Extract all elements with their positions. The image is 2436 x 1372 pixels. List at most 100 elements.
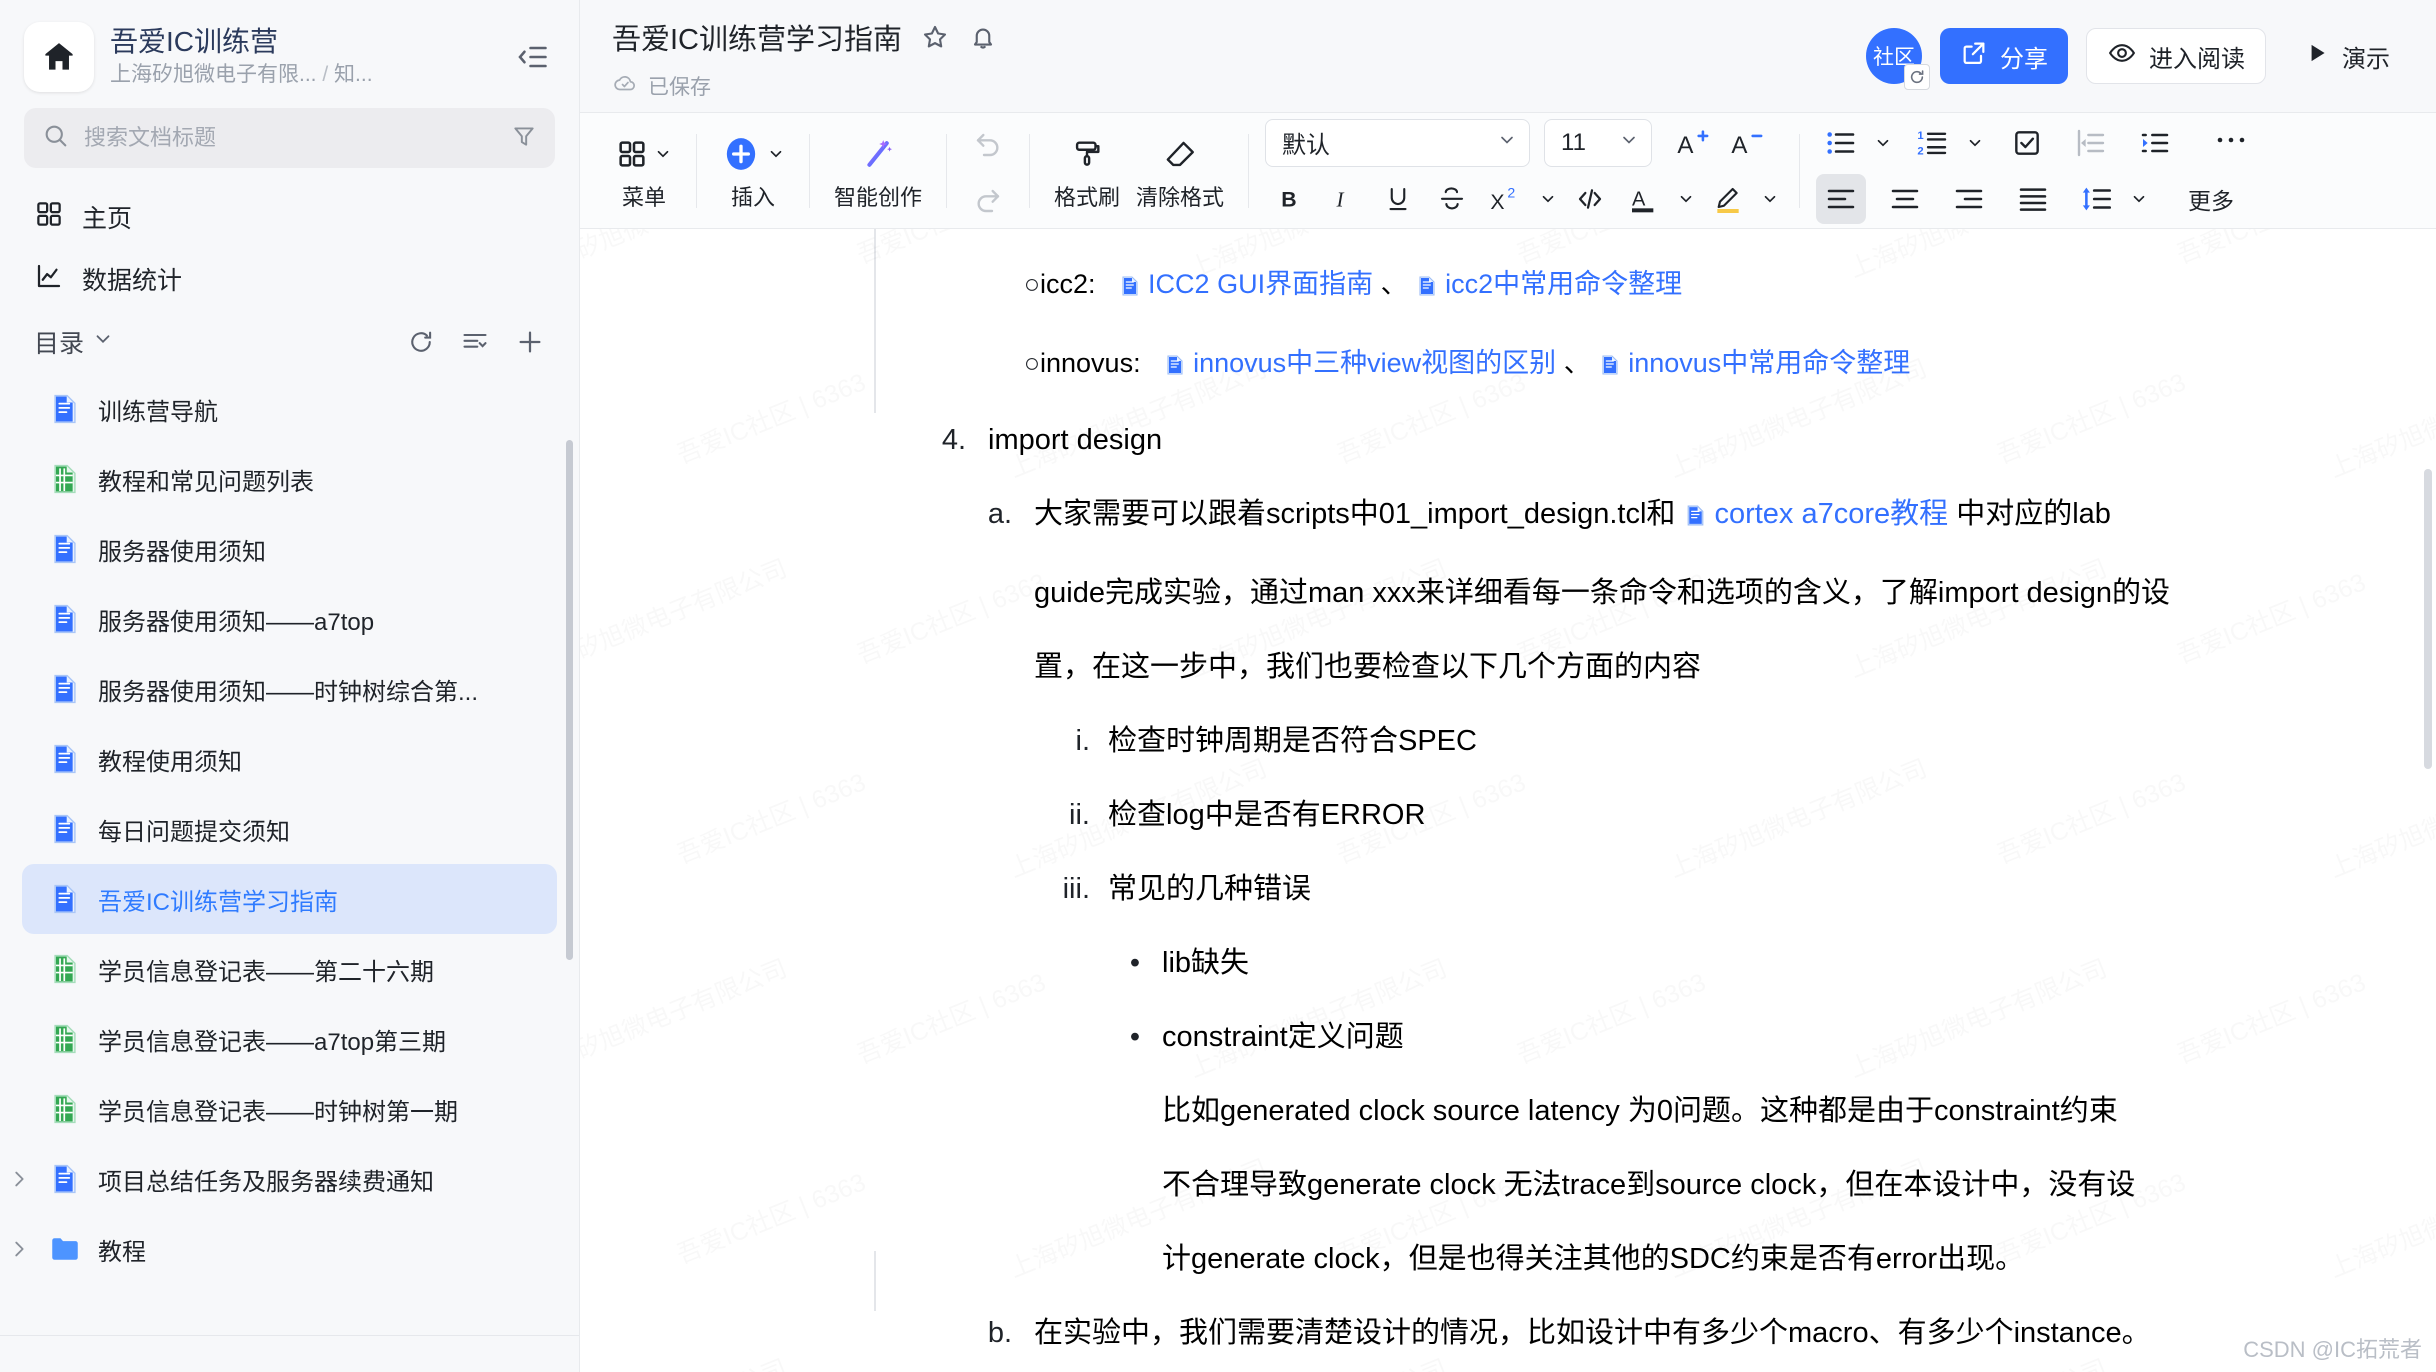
chevron-down-icon[interactable] xyxy=(1535,174,1561,224)
chevron-right-icon[interactable] xyxy=(6,1168,32,1190)
document-canvas[interactable]: 上海矽旭微电子有限公司吾爱IC社区 | 6363上海矽旭微电子有限公司吾爱IC社… xyxy=(580,229,2436,1372)
doc-line-roman-3[interactable]: iii. 常见的几种错误 xyxy=(920,852,2286,926)
document-tree-item[interactable]: 服务器使用须知 xyxy=(22,514,557,584)
document-tree-item[interactable]: 训练营导航 xyxy=(22,374,557,444)
superscript-icon[interactable]: X2 xyxy=(1481,174,1531,224)
document-tree-item[interactable]: 学员信息登记表——第二十六期 xyxy=(22,934,557,1004)
present-button[interactable]: 演示 xyxy=(2284,28,2410,84)
font-decrease-icon[interactable]: A xyxy=(1722,118,1772,168)
more-button[interactable]: 更多 xyxy=(2180,182,2242,216)
font-increase-icon[interactable]: A xyxy=(1668,118,1718,168)
strikethrough-icon[interactable] xyxy=(1427,174,1477,224)
doc-line-b[interactable]: b. 在实验中，我们需要清楚设计的情况，比如设计中有多少个macro、有多少个i… xyxy=(920,1296,2286,1370)
indent-icon[interactable] xyxy=(2130,118,2180,168)
chevron-right-icon[interactable] xyxy=(6,1238,32,1260)
document-tree-item[interactable]: 项目总结任务及服务器续费通知 xyxy=(22,1144,557,1214)
bold-icon[interactable]: B xyxy=(1265,174,1315,224)
doc-line-roman-1[interactable]: i. 检查时钟周期是否符合SPEC xyxy=(920,704,2286,778)
align-left-icon[interactable] xyxy=(1816,174,1866,224)
search-box[interactable] xyxy=(24,108,555,168)
doc-line-a[interactable]: a. 大家需要可以跟着scripts中01_import_design.tcl和… xyxy=(920,477,2286,556)
star-icon[interactable] xyxy=(920,22,950,52)
text-color-icon[interactable]: A xyxy=(1619,174,1669,224)
menu-button[interactable]: 菜单 xyxy=(608,124,680,218)
doc-link[interactable]: icc2中常用命令整理 xyxy=(1415,269,1682,299)
doc-link[interactable]: innovus中常用命令整理 xyxy=(1598,348,1910,378)
insert-button[interactable]: 插入 xyxy=(713,124,793,218)
document-tree-item[interactable]: 吾爱IC训练营学习指南 xyxy=(22,864,557,934)
undo-icon[interactable] xyxy=(963,118,1013,168)
page-title[interactable]: 吾爱IC训练营学习指南 xyxy=(612,16,902,58)
document-tree-item[interactable]: 服务器使用须知——时钟树综合第... xyxy=(22,654,557,724)
document-tree-item[interactable]: 服务器使用须知——a7top xyxy=(22,584,557,654)
topbar: 吾爱IC训练营学习指南 已保存 社区 xyxy=(580,0,2436,113)
doc-link[interactable]: ICC2 GUI界面指南 xyxy=(1118,269,1373,299)
numbered-list-icon[interactable]: 12 xyxy=(1908,118,1958,168)
underline-icon[interactable] xyxy=(1373,174,1423,224)
bullet-list-icon[interactable] xyxy=(1816,118,1866,168)
search-input[interactable] xyxy=(84,125,497,151)
document-tree-item[interactable]: 学员信息登记表——时钟树第一期 xyxy=(22,1074,557,1144)
align-center-icon[interactable] xyxy=(1880,174,1930,224)
document-tree-item[interactable]: 每日问题提交须知 xyxy=(22,794,557,864)
catalog-title-group[interactable]: 目录 xyxy=(34,324,114,360)
home-icon[interactable] xyxy=(24,22,94,92)
doc-para-line-3[interactable]: 计generate clock，但是也得关注其他的SDC约束是否有error出现… xyxy=(920,1222,2286,1296)
document-tree-item[interactable]: 学员信息登记表——a7top第三期 xyxy=(22,1004,557,1074)
bell-icon[interactable] xyxy=(968,22,998,52)
doc-line-roman-2[interactable]: ii. 检查log中是否有ERROR xyxy=(920,778,2286,852)
sidebar-item-home[interactable]: 主页 xyxy=(24,186,555,248)
filter-icon[interactable] xyxy=(511,123,537,154)
read-mode-button[interactable]: 进入阅读 xyxy=(2086,28,2266,84)
outdent-icon[interactable] xyxy=(2066,118,2116,168)
highlight-icon[interactable] xyxy=(1703,174,1753,224)
code-icon[interactable] xyxy=(1565,174,1615,224)
chevron-down-icon[interactable] xyxy=(1673,174,1699,224)
line-spacing-icon[interactable] xyxy=(2072,174,2122,224)
document-scrollbar[interactable] xyxy=(2424,469,2432,769)
doc-line-a3[interactable]: 置，在这一步中，我们也要检查以下几个方面的内容 xyxy=(920,630,2286,704)
doc-line-a2[interactable]: guide完成实验，通过man xxx来详细看每一条命令和选项的含义，了解imp… xyxy=(920,556,2286,630)
collapse-all-icon[interactable] xyxy=(461,328,489,356)
italic-icon[interactable]: I xyxy=(1319,174,1369,224)
doc-para-line-1[interactable]: 比如generated clock source latency 为0问题。这种… xyxy=(920,1074,2286,1148)
sidebar-scrollbar[interactable] xyxy=(566,440,573,960)
collapse-sidebar-icon[interactable] xyxy=(509,34,555,80)
plus-icon[interactable] xyxy=(515,327,545,357)
font-size-select[interactable]: 11 xyxy=(1544,119,1652,167)
share-button[interactable]: 分享 xyxy=(1940,28,2068,84)
doc-line-item4[interactable]: 4. import design xyxy=(920,403,2286,477)
font-family-value: 默认 xyxy=(1282,125,1330,160)
sidebar-item-statistics[interactable]: 数据统计 xyxy=(24,248,555,310)
format-painter-button[interactable]: 格式刷 xyxy=(1046,124,1128,218)
chevron-down-icon[interactable] xyxy=(1757,174,1783,224)
save-status-label: 已保存 xyxy=(648,71,711,101)
refresh-icon[interactable] xyxy=(407,328,435,356)
document-tree[interactable]: 训练营导航教程和常见问题列表服务器使用须知服务器使用须知——a7top服务器使用… xyxy=(0,374,579,1372)
doc-link[interactable]: innovus中三种view视图的区别 xyxy=(1163,348,1556,378)
chevron-down-icon[interactable] xyxy=(1962,118,1988,168)
community-badge[interactable]: 社区 xyxy=(1866,28,1922,84)
doc-line-innovus[interactable]: ○ innovus: innovus中三种view视图的区别 、 innovus… xyxy=(920,326,2286,405)
ai-writing-button[interactable]: 智能创作 xyxy=(826,124,930,218)
document-tree-item[interactable]: 教程和常见问题列表 xyxy=(22,444,557,514)
doc-line-bullet-1[interactable]: • lib缺失 xyxy=(920,926,2286,1000)
doc-line-bullet-2[interactable]: • constraint定义问题 xyxy=(920,1000,2286,1074)
chevron-down-icon[interactable] xyxy=(1870,118,1896,168)
ellipsis-icon[interactable] xyxy=(2206,129,2256,156)
font-family-select[interactable]: 默认 xyxy=(1265,119,1530,167)
chevron-down-icon[interactable] xyxy=(2126,174,2152,224)
doc-link[interactable]: cortex a7core教程 xyxy=(1683,498,1948,530)
doc-line-icc2[interactable]: ○ icc2: ICC2 GUI界面指南 、 icc2中常用命令整理 xyxy=(920,247,2286,326)
doc-para-line-2[interactable]: 不合理导致generate clock 无法trace到source clock… xyxy=(920,1148,2286,1222)
sheet-green-icon xyxy=(48,1092,82,1126)
checklist-icon[interactable] xyxy=(2002,118,2052,168)
document-tree-item[interactable]: 教程使用须知 xyxy=(22,724,557,794)
list-marker: ○ xyxy=(1000,247,1040,321)
redo-icon[interactable] xyxy=(963,174,1013,224)
clear-format-button[interactable]: 清除格式 xyxy=(1128,124,1232,218)
align-right-icon[interactable] xyxy=(1944,174,1994,224)
document-tree-item[interactable]: 教程 xyxy=(22,1214,557,1284)
document-page[interactable]: ○ icc2: ICC2 GUI界面指南 、 icc2中常用命令整理 ○ inn… xyxy=(580,229,2436,1372)
align-justify-icon[interactable] xyxy=(2008,174,2058,224)
